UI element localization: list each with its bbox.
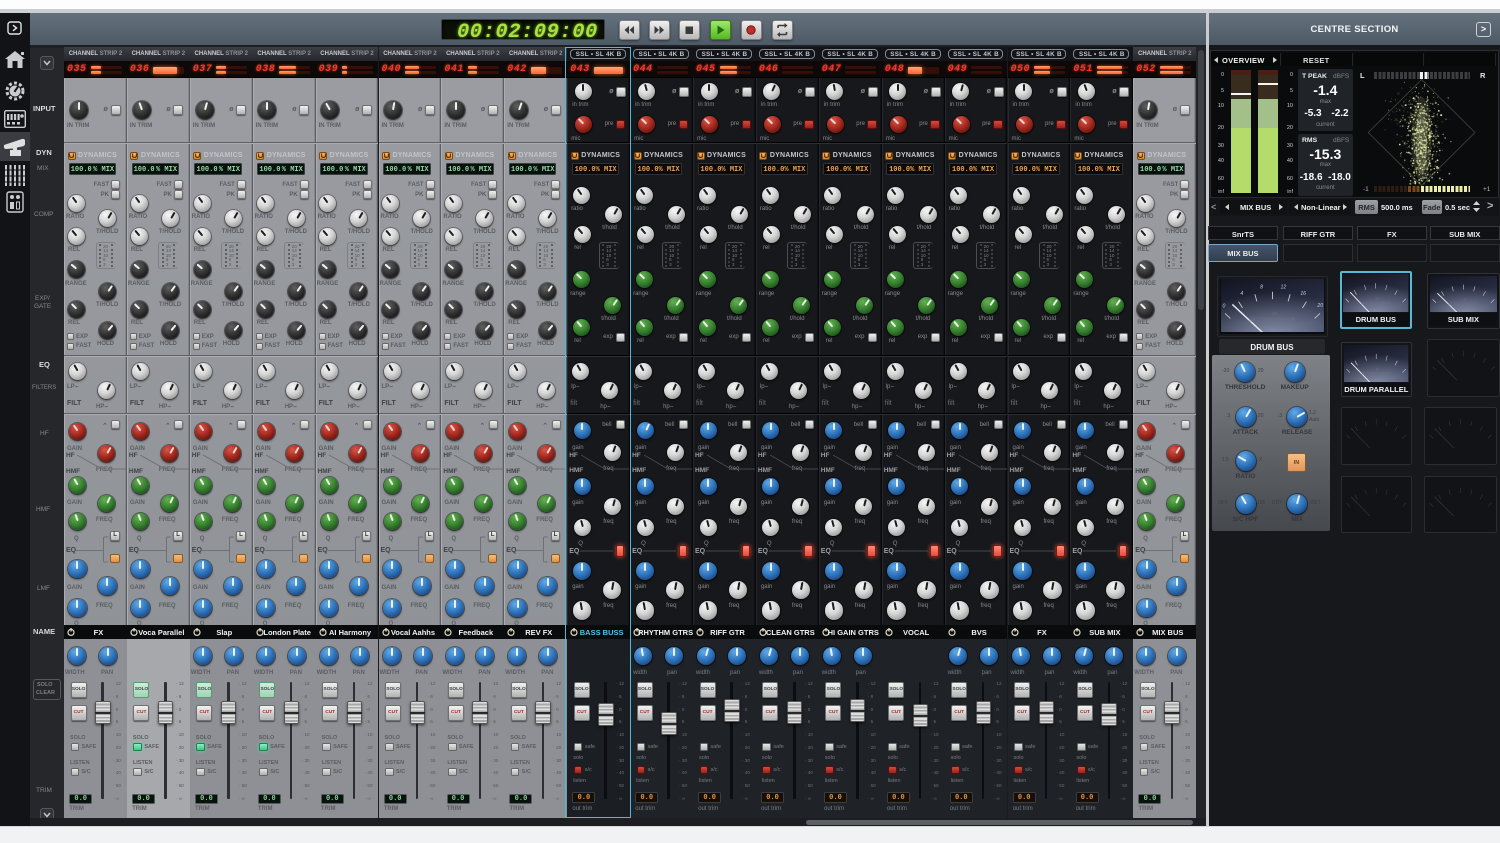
svg-text:dB: dB [1271, 310, 1277, 315]
svg-text:dB COMPRESSION: dB COMPRESSION [1362, 371, 1391, 375]
svg-text:16: 16 [1300, 290, 1306, 296]
svg-text:dB COMPRESSION: dB COMPRESSION [1249, 317, 1296, 323]
svg-text:4: 4 [1240, 290, 1243, 296]
svg-text:dB COMPRESSION: dB COMPRESSION [1448, 302, 1479, 306]
svg-text:12: 12 [1280, 284, 1286, 290]
svg-text:8: 8 [1260, 284, 1263, 290]
svg-text:20: 20 [1316, 302, 1323, 308]
svg-text:dB: dB [1376, 366, 1380, 370]
svg-text:dB COMPRESSION: dB COMPRESSION [1361, 301, 1391, 305]
svg-text:dB: dB [1375, 296, 1379, 300]
svg-text:dB: dB [1463, 297, 1467, 301]
svg-text:0: 0 [1222, 303, 1225, 309]
